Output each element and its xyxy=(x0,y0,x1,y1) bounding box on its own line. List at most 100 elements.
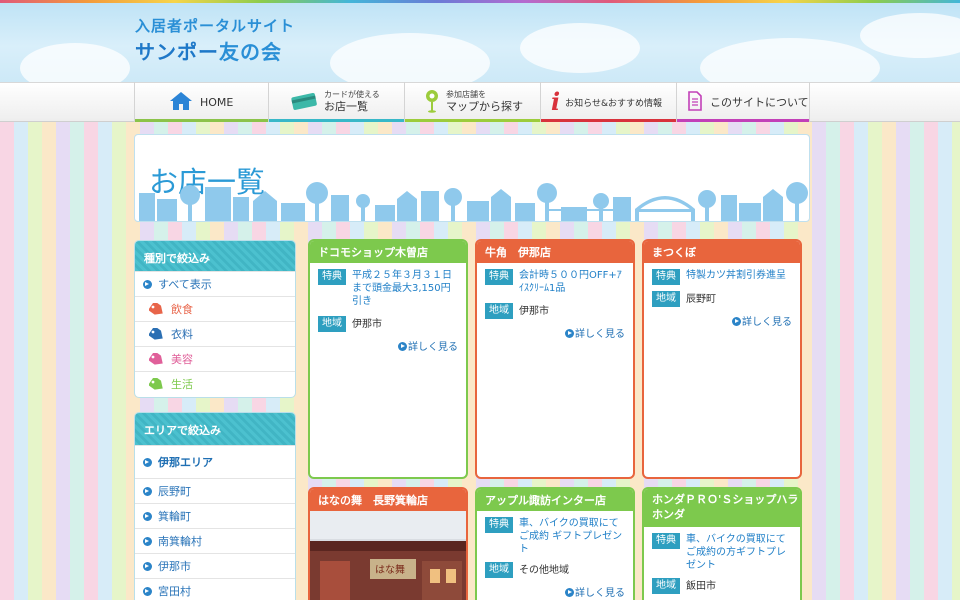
more-link-label: 詳しく見る xyxy=(575,329,625,340)
filter-food-label: 飲食 xyxy=(171,303,193,316)
page-title-box: お店一覧 xyxy=(134,134,810,222)
area-item[interactable]: 南箕輪村 xyxy=(135,528,295,553)
arrow-circle-icon xyxy=(143,279,152,289)
map-pin-icon xyxy=(425,89,439,116)
area-filter-title: エリアで絞込み xyxy=(135,413,295,445)
benefit-label: 特典 xyxy=(485,269,513,285)
area-label: 地域 xyxy=(485,303,513,319)
area-label: 地域 xyxy=(652,291,680,307)
more-link[interactable]: 詳しく見る xyxy=(485,584,625,599)
filter-clothing-label: 衣料 xyxy=(171,328,193,341)
logo-title-b: 友の会 xyxy=(219,40,282,64)
site-logo[interactable]: 入居者ポータルサイト サンポー友の会 xyxy=(135,15,295,65)
benefit-text: 車、バイクの買取にてご成約 ギフトプレゼント xyxy=(519,518,623,555)
nav-home[interactable]: HOME xyxy=(134,82,268,122)
filter-beauty[interactable]: 美容 xyxy=(135,346,295,371)
arrow-circle-icon xyxy=(143,536,152,546)
tag-icon xyxy=(149,327,165,341)
shop-photo: はな舞 xyxy=(310,511,466,600)
benefit-label: 特典 xyxy=(318,269,346,285)
info-icon: i xyxy=(551,87,561,116)
shop-card[interactable]: まつくぼ 特典 特製カツ丼割引券進呈 地域 辰野町 詳しく見る xyxy=(642,239,802,479)
shop-card[interactable]: 牛角 伊那店 特典 会計時５００円OFF+ｱｲｽｸﾘｰﾑ1品 地域 伊那市 詳しく見… xyxy=(475,239,635,479)
area-item-label: 伊那市 xyxy=(158,560,191,573)
shop-card-title[interactable]: ドコモショップ木曽店 xyxy=(310,241,466,263)
shop-card[interactable]: ホンダＰＲＯ'Ｓショップハラホンダ 特典 車、バイクの買取にてご成約の方ギフトプレ… xyxy=(642,487,802,600)
more-link-label: 詳しく見る xyxy=(408,342,458,353)
nav-card-text: カードが使える お店一覧 xyxy=(324,90,380,114)
city-skyline-illustration xyxy=(139,182,808,221)
benefit-text: 車、バイクの買取にてご成約の方ギフトプレゼント xyxy=(686,534,786,571)
area-item[interactable]: 辰野町 xyxy=(135,478,295,503)
arrow-circle-icon xyxy=(732,317,741,326)
more-link[interactable]: 詳しく見る xyxy=(485,325,625,340)
tag-icon xyxy=(149,352,165,366)
area-label: 地域 xyxy=(485,562,513,578)
home-icon xyxy=(169,91,193,114)
shop-card-title[interactable]: アップル諏訪インター店 xyxy=(477,489,633,511)
nav-info[interactable]: i お知らせ&おすすめ情報 xyxy=(540,82,676,122)
filter-clothing[interactable]: 衣料 xyxy=(135,321,295,346)
nav-map-big: マップから探す xyxy=(446,100,523,113)
nav-map-small: 参加店舗を xyxy=(446,90,486,99)
filter-food[interactable]: 飲食 xyxy=(135,296,295,321)
benefit-text: 特製カツ丼割引券進呈 xyxy=(686,270,786,281)
benefit-label: 特典 xyxy=(652,533,680,549)
filter-living[interactable]: 生活 xyxy=(135,371,295,396)
nav-card-shops[interactable]: カードが使える お店一覧 xyxy=(268,82,404,122)
area-label: 地域 xyxy=(318,316,346,332)
shop-card-title[interactable]: 牛角 伊那店 xyxy=(477,241,633,263)
arrow-circle-icon xyxy=(143,511,152,521)
filter-all[interactable]: すべて表示 xyxy=(135,271,295,296)
nav-map[interactable]: 参加店舗を マップから探す xyxy=(404,82,540,122)
benefit-label: 特典 xyxy=(485,517,513,533)
shop-card[interactable]: アップル諏訪インター店 特典 車、バイクの買取にてご成約 ギフトプレゼント 地域そ… xyxy=(475,487,635,600)
global-nav: HOME カードが使える お店一覧 参加店舗を マップから探す i お知らせ&お… xyxy=(134,82,810,122)
area-group-label: 伊那エリア xyxy=(158,456,213,469)
filter-living-label: 生活 xyxy=(171,378,193,391)
nav-home-label: HOME xyxy=(200,95,234,109)
shop-sign: はな舞 xyxy=(375,564,405,576)
shop-card[interactable]: はなの舞 長野箕輪店 はな舞 xyxy=(308,487,468,600)
nav-about-label: このサイトについて xyxy=(710,96,809,109)
filter-beauty-label: 美容 xyxy=(171,353,193,366)
area-item[interactable]: 箕輪町 xyxy=(135,503,295,528)
category-filter-title: 種別で絞込み xyxy=(135,241,295,271)
arrow-circle-icon xyxy=(143,486,152,496)
shop-card[interactable]: ドコモショップ木曽店 特典 平成２５年３月３１日まで頭金最大3,150円引き 地域… xyxy=(308,239,468,479)
tag-icon xyxy=(149,377,165,391)
area-item-label: 南箕輪村 xyxy=(158,535,202,548)
shop-card-title[interactable]: まつくぼ xyxy=(644,241,800,263)
more-link[interactable]: 詳しく見る xyxy=(318,338,458,353)
nav-card-small: カードが使える xyxy=(324,90,380,99)
area-text: 伊那市 xyxy=(519,305,549,317)
benefit-text: 会計時５００円OFF+ｱｲｽｸﾘｰﾑ1品 xyxy=(519,270,622,294)
arrow-circle-icon xyxy=(565,329,574,338)
shop-card-title[interactable]: はなの舞 長野箕輪店 xyxy=(310,489,466,511)
area-filter: エリアで絞込み 伊那エリア 辰野町 箕輪町 南箕輪村 伊那市 宮田村 xyxy=(134,412,296,600)
area-item-label: 辰野町 xyxy=(158,485,191,498)
shop-card-title[interactable]: ホンダＰＲＯ'Ｓショップハラホンダ xyxy=(644,489,800,527)
logo-subtitle: 入居者ポータルサイト xyxy=(135,17,296,35)
more-link-label: 詳しく見る xyxy=(575,588,625,599)
area-group-ina[interactable]: 伊那エリア xyxy=(135,445,295,478)
arrow-circle-icon xyxy=(565,588,574,597)
nav-about[interactable]: このサイトについて xyxy=(676,82,810,122)
area-text: 伊那市 xyxy=(352,318,382,330)
filter-all-label: すべて表示 xyxy=(158,278,212,291)
logo-title-a: サンポー xyxy=(135,40,219,64)
area-item[interactable]: 伊那市 xyxy=(135,553,295,578)
arrow-circle-icon xyxy=(398,342,407,351)
site-header: 入居者ポータルサイト サンポー友の会 xyxy=(0,3,960,82)
benefit-label: 特典 xyxy=(652,269,680,285)
arrow-circle-icon xyxy=(143,586,152,596)
nav-card-big: お店一覧 xyxy=(324,100,368,113)
area-text: その他地域 xyxy=(519,564,569,576)
benefit-text: 平成２５年３月３１日まで頭金最大3,150円引き xyxy=(352,270,452,307)
nav-map-text: 参加店舗を マップから探す xyxy=(446,90,523,114)
area-item[interactable]: 宮田村 xyxy=(135,578,295,600)
card-icon xyxy=(291,92,317,113)
more-link[interactable]: 詳しく見る xyxy=(652,313,792,328)
area-text: 辰野町 xyxy=(686,293,716,305)
logo-title: サンポー友の会 xyxy=(135,36,295,65)
